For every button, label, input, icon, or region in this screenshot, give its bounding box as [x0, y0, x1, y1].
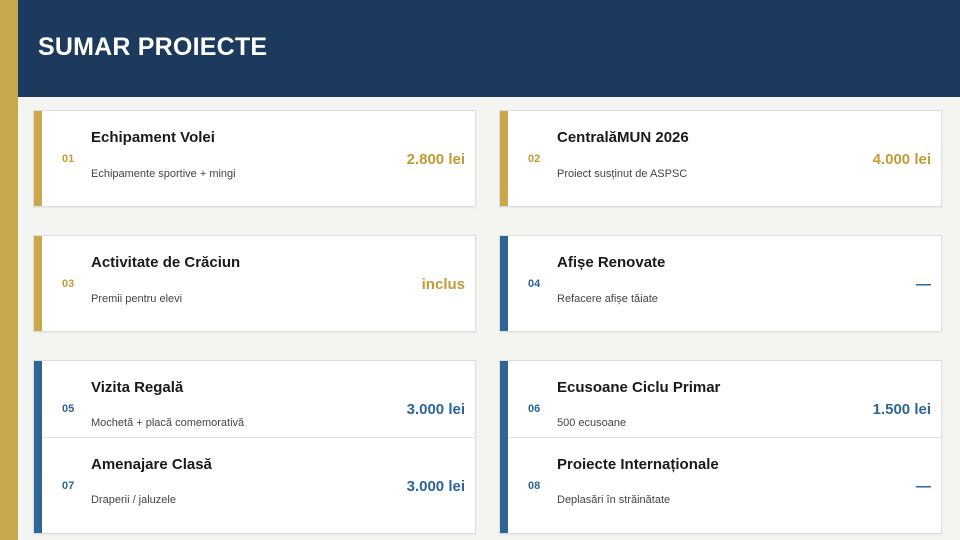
- project-amount: 1.500 lei: [872, 401, 931, 418]
- project-card-07[interactable]: 07 Amenajare Clasă Draperii / jaluzele 3…: [42, 438, 475, 535]
- card-accent-bar: [500, 361, 508, 533]
- project-card-01[interactable]: 01 Echipament Volei Echipamente sportive…: [33, 110, 476, 207]
- project-card-group-left: 05 Vizita Regală Mochetă + placă comemor…: [33, 360, 476, 534]
- project-title: Amenajare Clasă: [91, 456, 212, 473]
- header-bar: SUMAR PROIECTE: [18, 0, 960, 97]
- project-number: 01: [62, 153, 75, 165]
- project-title: Afișe Renovate: [557, 254, 666, 271]
- project-card-08[interactable]: 08 Proiecte Internaționale Deplasări în …: [508, 438, 941, 535]
- project-description: Echipamente sportive + mingi: [91, 168, 236, 180]
- project-amount: 2.800 lei: [406, 151, 465, 168]
- project-row: 04 Afișe Renovate Refacere afișe tăiate …: [508, 236, 941, 333]
- project-title: CentralăMUN 2026: [557, 129, 689, 146]
- project-title: Vizita Regală: [91, 379, 184, 396]
- project-number: 07: [62, 480, 75, 492]
- project-amount: 4.000 lei: [872, 151, 931, 168]
- project-row: 03 Activitate de Crăciun Premii pentru e…: [42, 236, 475, 333]
- project-number: 02: [528, 153, 541, 165]
- page-title: SUMAR PROIECTE: [38, 33, 268, 61]
- project-amount: —: [916, 276, 931, 293]
- card-accent-bar: [500, 111, 508, 206]
- project-row: 02 CentralăMUN 2026 Proiect susținut de …: [508, 111, 941, 208]
- card-accent-bar: [34, 361, 42, 533]
- project-amount: 3.000 lei: [406, 401, 465, 418]
- project-amount: 3.000 lei: [406, 478, 465, 495]
- project-card-group-right: 06 Ecusoane Ciclu Primar 500 ecusoane 1.…: [499, 360, 942, 534]
- project-description: Premii pentru elevi: [91, 293, 183, 305]
- project-card-02[interactable]: 02 CentralăMUN 2026 Proiect susținut de …: [499, 110, 942, 207]
- project-description: Draperii / jaluzele: [91, 494, 176, 506]
- left-accent-stripe: [0, 0, 18, 540]
- project-row: 01 Echipament Volei Echipamente sportive…: [42, 111, 475, 208]
- project-title: Proiecte Internaționale: [557, 456, 719, 473]
- project-number: 04: [528, 278, 541, 290]
- project-description: Proiect susținut de ASPSC: [557, 168, 688, 180]
- project-description: 500 ecusoane: [557, 417, 627, 429]
- project-description: Deplasări în străinătate: [557, 494, 671, 506]
- card-accent-bar: [34, 111, 42, 206]
- project-description: Mochetă + placă comemorativă: [91, 417, 245, 429]
- project-card-06[interactable]: 06 Ecusoane Ciclu Primar 500 ecusoane 1.…: [508, 361, 941, 437]
- project-amount: —: [916, 478, 931, 495]
- project-number: 03: [62, 278, 75, 290]
- project-title: Ecusoane Ciclu Primar: [557, 379, 721, 396]
- project-number: 06: [528, 403, 541, 415]
- project-number: 08: [528, 480, 541, 492]
- project-title: Echipament Volei: [91, 129, 215, 146]
- project-card-05[interactable]: 05 Vizita Regală Mochetă + placă comemor…: [42, 361, 475, 437]
- project-number: 05: [62, 403, 75, 415]
- card-accent-bar: [500, 236, 508, 331]
- project-card-03[interactable]: 03 Activitate de Crăciun Premii pentru e…: [33, 235, 476, 332]
- project-amount: inclus: [421, 276, 465, 293]
- project-description: Refacere afișe tăiate: [557, 293, 658, 305]
- project-title: Activitate de Crăciun: [91, 254, 241, 271]
- project-card-04[interactable]: 04 Afișe Renovate Refacere afișe tăiate …: [499, 235, 942, 332]
- card-accent-bar: [34, 236, 42, 331]
